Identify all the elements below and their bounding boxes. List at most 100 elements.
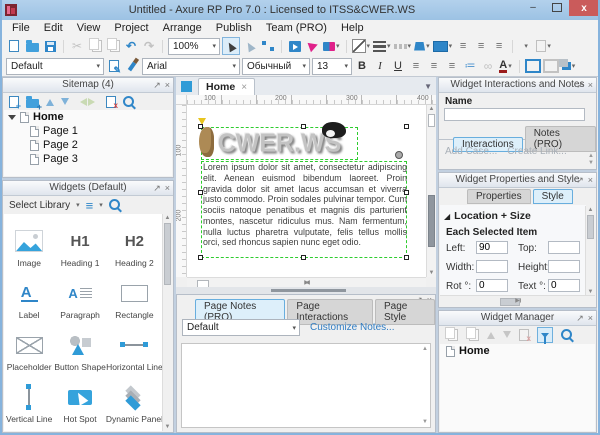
logo-image-widget[interactable]: CWER.WS <box>199 122 356 158</box>
scroll-down-icon[interactable]: ▼ <box>588 160 594 166</box>
font-family-select[interactable]: Arial ▾ <box>142 57 240 75</box>
list-view-button[interactable]: ≡ <box>86 199 94 212</box>
fill-color-button[interactable]: ▾ <box>414 38 431 54</box>
search-icon[interactable] <box>108 198 120 210</box>
scroll-up-icon[interactable]: ▲ <box>588 153 594 159</box>
copy-button[interactable] <box>87 38 103 54</box>
font-size-select[interactable]: 13 ▾ <box>312 57 352 75</box>
undock-icon[interactable]: ↗ <box>153 181 161 195</box>
align-center-button[interactable]: ≡ <box>426 58 442 74</box>
sitemap-widgets-splitter[interactable] <box>2 178 174 180</box>
selection-handle[interactable] <box>404 124 409 129</box>
line-style-button[interactable]: ▾ <box>393 38 413 54</box>
widget-item-partial[interactable] <box>54 426 106 431</box>
italic-button[interactable]: I <box>372 58 388 74</box>
rot-input[interactable] <box>476 279 508 292</box>
menu-publish[interactable]: Publish <box>209 22 259 34</box>
widget-item-hot-spot[interactable]: Hot Spot <box>54 374 106 426</box>
selection-handle[interactable] <box>301 124 306 129</box>
selection-handle[interactable] <box>198 124 203 129</box>
scroll-down-icon[interactable]: ▼ <box>422 419 428 425</box>
edit-image-button[interactable] <box>525 58 541 74</box>
menu-help[interactable]: Help <box>334 22 371 34</box>
paragraph-widget[interactable]: Lorem ipsum dolor sit amet, consectetur … <box>203 162 407 248</box>
close-icon[interactable]: × <box>165 78 170 92</box>
menu-file[interactable]: File <box>5 22 37 34</box>
open-file-button[interactable] <box>24 38 40 54</box>
widget-style-select[interactable]: Default ▾ <box>6 57 104 75</box>
toolbar-overflow-button[interactable]: ▾ <box>518 38 534 54</box>
widget-item-heading1[interactable]: H1 Heading 1 <box>54 218 106 270</box>
cut-button[interactable]: ✂ <box>69 38 85 54</box>
shape-fill-button[interactable]: ▾ <box>432 38 454 54</box>
menu-team[interactable]: Team (PRO) <box>259 22 334 34</box>
bullet-list-button[interactable]: ≔ <box>462 58 478 74</box>
close-icon[interactable]: × <box>165 181 170 195</box>
page-notes-textarea[interactable]: ▲ ▼ <box>181 343 431 428</box>
tab-close-icon[interactable]: × <box>241 82 247 93</box>
align-right-button[interactable]: ≡ <box>444 58 460 74</box>
paste-button[interactable] <box>105 38 121 54</box>
top-input[interactable] <box>548 241 580 254</box>
customize-notes-link[interactable]: Customize Notes... <box>310 322 394 333</box>
sitemap-item-page2[interactable]: Page 2 <box>4 138 172 152</box>
sitemap-item-home[interactable]: Home <box>4 110 172 124</box>
widget-manager-item-home[interactable]: Home <box>440 344 595 358</box>
tab-style[interactable]: Style <box>532 189 573 204</box>
copy-widget-button[interactable] <box>466 327 479 341</box>
selection-handle[interactable] <box>198 190 203 195</box>
add-folder-button[interactable]: + <box>26 96 42 112</box>
selection-handle[interactable] <box>301 255 306 260</box>
widget-item-vertical-line[interactable]: Vertical Line <box>4 374 54 426</box>
select-library-button[interactable]: Select Library <box>9 200 70 211</box>
align-middle-button[interactable]: ≡ <box>473 38 489 54</box>
scroll-up-icon[interactable]: ▲ <box>422 346 428 352</box>
undock-icon[interactable]: ↗ <box>576 173 584 187</box>
tab-home[interactable]: Home × <box>198 78 256 95</box>
scroll-up-icon[interactable]: ▲ <box>586 206 595 214</box>
publish-button[interactable] <box>305 38 321 54</box>
delete-widget-button[interactable]: x <box>519 329 531 343</box>
undo-button[interactable]: ↶ <box>123 38 139 54</box>
group-button[interactable]: ▾ <box>558 58 577 74</box>
width-input[interactable] <box>476 260 508 273</box>
right-splitter[interactable] <box>436 77 438 433</box>
widget-item-placeholder[interactable]: Placeholder <box>4 322 54 374</box>
canvas-notes-splitter[interactable] <box>176 287 436 294</box>
bold-button[interactable]: B <box>354 58 370 74</box>
scrollbar-thumb[interactable] <box>164 223 171 285</box>
left-splitter[interactable] <box>174 77 176 433</box>
connector-tool-button[interactable] <box>260 38 276 54</box>
cut-widget-button[interactable] <box>445 327 458 341</box>
border-style-button[interactable]: ▾ <box>351 38 372 54</box>
undock-icon[interactable]: ↗ <box>153 78 161 92</box>
scroll-down-icon[interactable]: ▼ <box>427 269 436 277</box>
scroll-right-icon[interactable]: ▶ <box>440 297 595 305</box>
expander-icon[interactable] <box>8 114 16 124</box>
minimize-button[interactable]: – <box>521 0 545 15</box>
format-painter-button[interactable] <box>124 58 140 74</box>
scroll-up-icon[interactable]: ▲ <box>427 105 436 113</box>
undock-icon[interactable]: ↗ <box>576 311 584 325</box>
outdent-button[interactable] <box>76 98 87 106</box>
filter-button[interactable] <box>537 327 553 345</box>
widget-item-image[interactable]: Image <box>4 218 54 270</box>
widget-item-rectangle[interactable]: Rectangle <box>106 270 163 322</box>
select-intersect-tool-button[interactable] <box>242 38 258 54</box>
selection-handle[interactable] <box>404 190 409 195</box>
align-left-button[interactable]: ≡ <box>408 58 424 74</box>
widget-item-horizontal-line[interactable]: Horizontal Line <box>106 322 163 374</box>
crop-image-button[interactable] <box>543 58 559 74</box>
search-icon[interactable] <box>123 95 134 107</box>
underline-button[interactable]: U <box>390 58 406 74</box>
menu-view[interactable]: View <box>70 22 108 34</box>
canvas-vertical-scrollbar[interactable]: ▲ ▼ <box>426 105 436 277</box>
import-button[interactable]: ▾ <box>536 38 552 54</box>
move-down-button[interactable] <box>61 98 69 109</box>
redo-button[interactable]: ↷ <box>141 38 157 54</box>
tab-properties[interactable]: Properties <box>467 189 531 204</box>
new-file-button[interactable] <box>6 38 22 54</box>
panel-splitter[interactable] <box>438 170 597 172</box>
left-input[interactable] <box>476 241 508 254</box>
widget-item-paragraph[interactable]: A Paragraph <box>54 270 106 322</box>
